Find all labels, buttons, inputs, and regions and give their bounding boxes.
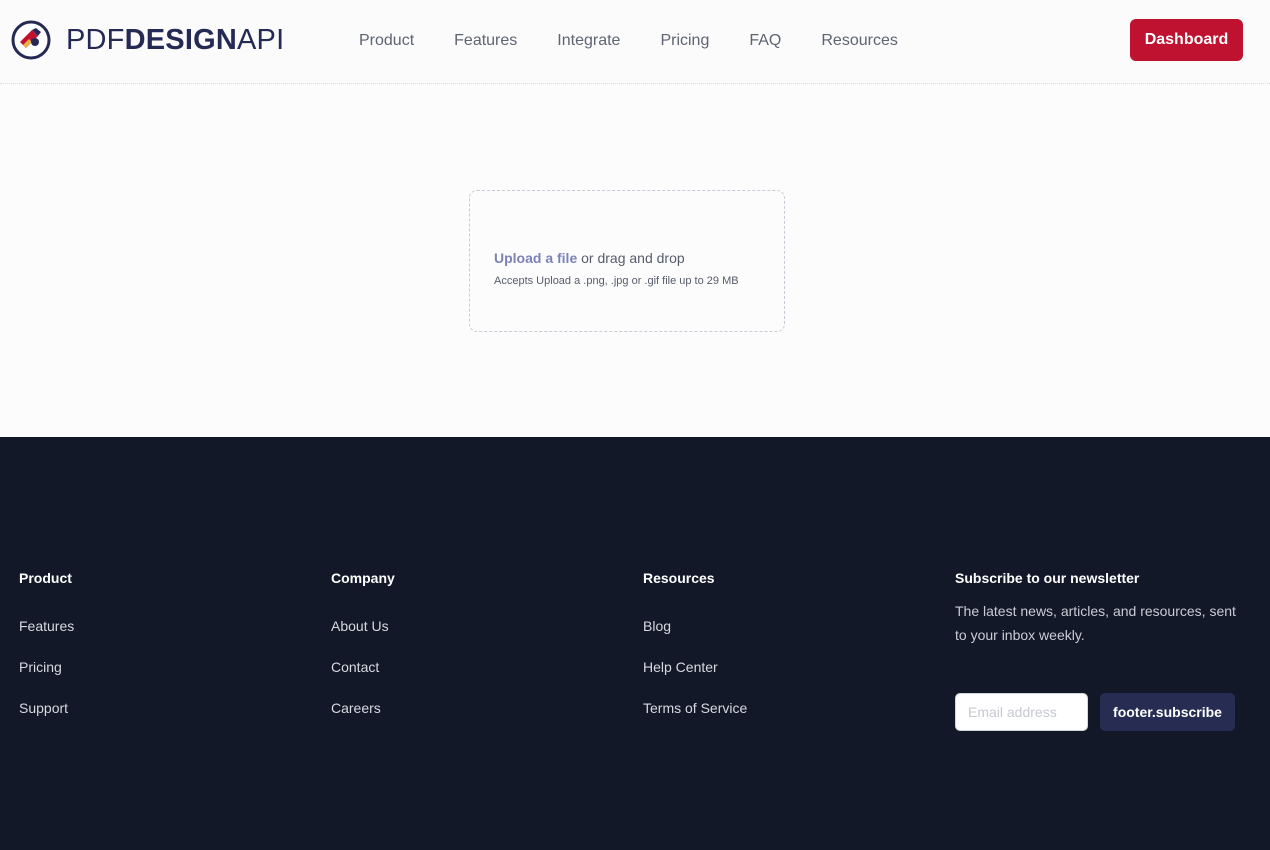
dashboard-button[interactable]: Dashboard [1130,19,1243,61]
footer-link-careers[interactable]: Careers [331,700,381,716]
file-dropzone[interactable]: Upload a file or drag and drop Accepts U… [469,190,785,332]
logo-text-pdf: PDF [66,24,125,56]
footer-column-resources: Resources Blog Help Center Terms of Serv… [643,569,747,716]
drag-drop-text: or drag and drop [577,250,685,266]
nav-item-features[interactable]: Features [454,30,517,52]
logo[interactable]: PDFDESIGNAPI [11,20,284,60]
footer-heading-product: Product [19,570,72,586]
footer-link-features[interactable]: Features [19,618,74,634]
footer-link-terms-of-service[interactable]: Terms of Service [643,700,747,716]
nav-item-pricing[interactable]: Pricing [660,30,709,52]
newsletter-description: The latest news, articles, and resources… [955,603,1236,643]
newsletter-heading: Subscribe to our newsletter [955,570,1140,586]
footer-column-company: Company About Us Contact Careers [331,569,395,716]
footer-heading-resources: Resources [643,570,715,586]
footer-column-product: Product Features Pricing Support [19,569,74,716]
site-header: PDFDESIGNAPI Product Features Integrate … [0,0,1270,84]
nav-item-resources[interactable]: Resources [821,30,897,52]
footer-newsletter: Subscribe to our newsletter The latest n… [955,569,1255,731]
footer-heading-company: Company [331,570,395,586]
logo-wordmark: PDFDESIGNAPI [66,20,284,60]
footer-link-pricing[interactable]: Pricing [19,659,62,675]
email-input[interactable] [955,693,1088,731]
footer-link-blog[interactable]: Blog [643,618,671,634]
footer-link-about-us[interactable]: About Us [331,618,389,634]
footer-link-help-center[interactable]: Help Center [643,659,718,675]
nav-item-product[interactable]: Product [359,30,414,52]
site-footer: Product Features Pricing Support Company… [0,437,1270,850]
main-nav: Product Features Integrate Pricing FAQ R… [359,30,938,52]
dropzone-hint: Accepts Upload a .png, .jpg or .gif file… [494,275,739,287]
dropzone-instructions: Upload a file or drag and drop [494,250,685,266]
footer-link-support[interactable]: Support [19,700,68,716]
nav-item-faq[interactable]: FAQ [749,30,781,52]
upload-file-link[interactable]: Upload a file [494,250,577,266]
subscribe-button[interactable]: footer.subscribe [1100,693,1235,731]
nav-item-integrate[interactable]: Integrate [557,30,620,52]
logo-text-design: DESIGN [124,24,237,56]
footer-link-contact[interactable]: Contact [331,659,379,675]
pdf-design-api-logo-icon [11,20,51,60]
logo-text-api: API [237,24,285,56]
